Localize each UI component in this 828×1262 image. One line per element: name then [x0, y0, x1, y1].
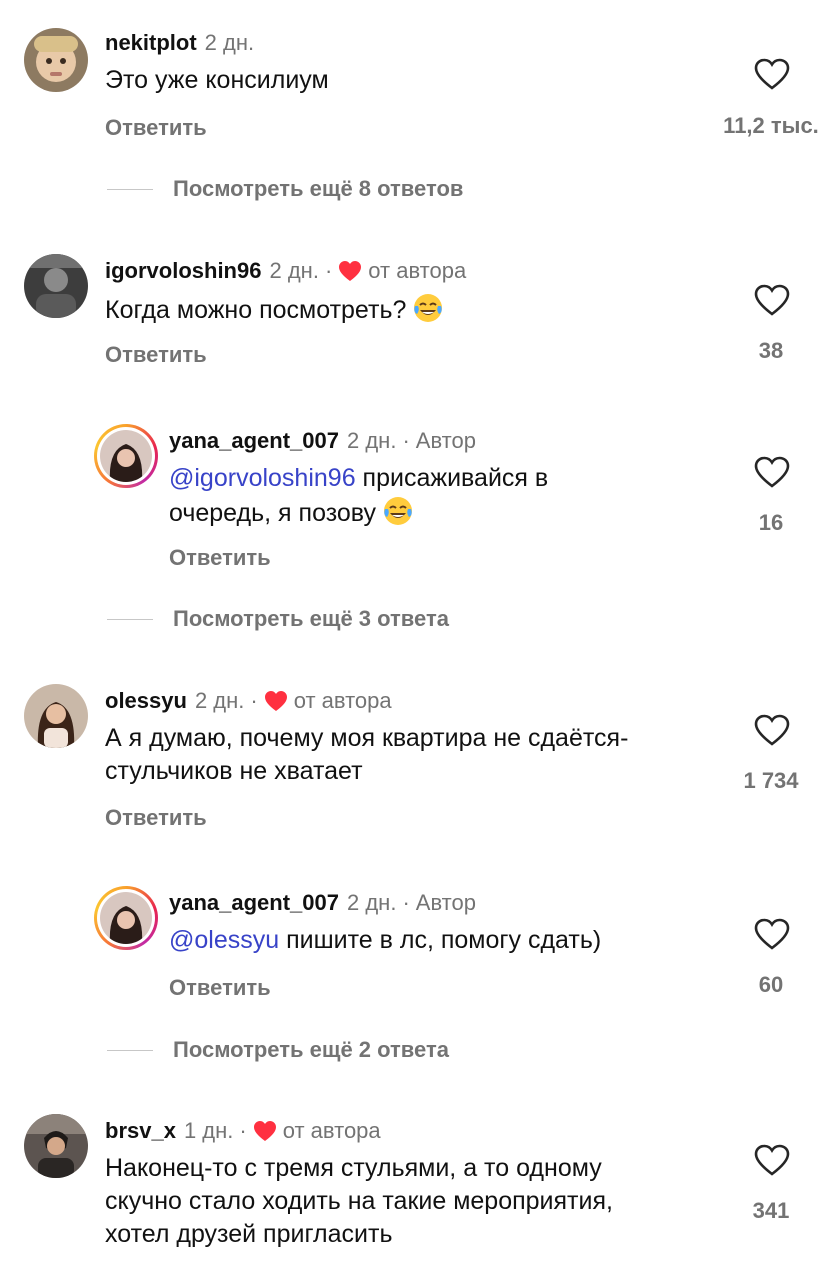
- timestamp: 2 дн.: [347, 428, 397, 453]
- heart-outline-icon[interactable]: [754, 918, 790, 950]
- like-count: 341: [752, 1198, 790, 1223]
- comment-text-line: скучно стало ходить на такие мероприятия…: [105, 1187, 613, 1215]
- reply-button[interactable]: Ответить: [105, 342, 207, 368]
- divider-line: [107, 1049, 153, 1051]
- author-like-label: от автора: [368, 258, 467, 283]
- comment-text-line: А я думаю, почему моя квартира не сдаётс…: [105, 724, 629, 752]
- username[interactable]: igorvoloshin96: [105, 258, 261, 284]
- separator-dot: ·: [239, 1118, 247, 1143]
- reply-button[interactable]: Ответить: [105, 805, 207, 831]
- avatar[interactable]: [24, 1114, 88, 1178]
- comment-text: @igorvoloshin96 присаживайся в очередь, …: [169, 462, 689, 530]
- mention-link[interactable]: @olessyu: [169, 926, 279, 954]
- timestamp: 2 дн.: [194, 688, 245, 713]
- heart-outline-icon[interactable]: [754, 58, 790, 90]
- comment-text-line: стульчиков не хватает: [105, 757, 363, 785]
- like-count: 11,2 тыс.: [723, 113, 819, 138]
- heart-outline-icon[interactable]: [754, 714, 790, 746]
- view-more-label: Посмотреть ещё 3 ответа: [173, 606, 449, 631]
- heart-filled-icon: [339, 261, 362, 281]
- mention-link[interactable]: @igorvoloshin96: [169, 464, 356, 492]
- comment-text: @olessyu пишите в лс, помогу сдать): [169, 924, 601, 957]
- comment-meta: olessyu 2 дн. · от автора: [105, 688, 392, 714]
- view-more-replies[interactable]: Посмотреть ещё 2 ответа: [107, 1037, 449, 1063]
- comment-text-body: пишите в лс, помогу сдать): [279, 926, 602, 954]
- timestamp: 1 дн.: [183, 1118, 234, 1143]
- heart-filled-icon: [264, 691, 287, 711]
- comment-text: Когда можно посмотреть?: [105, 292, 444, 327]
- avatar: [100, 892, 152, 944]
- avatar[interactable]: [24, 254, 88, 318]
- comment-text: Это уже консилиум: [105, 66, 329, 94]
- avatar-story-ring[interactable]: [94, 886, 158, 950]
- view-more-label: Посмотреть ещё 2 ответа: [173, 1037, 449, 1062]
- separator-dot: ·: [402, 428, 410, 453]
- timestamp: 2 дн.: [204, 30, 255, 55]
- view-more-replies[interactable]: Посмотреть ещё 8 ответов: [107, 176, 463, 202]
- avatar-story-ring[interactable]: [94, 424, 158, 488]
- reply-button[interactable]: Ответить: [105, 115, 207, 141]
- like-count: 16: [758, 510, 784, 535]
- separator-dot: ·: [402, 890, 410, 915]
- tears-of-joy-emoji: [414, 294, 443, 322]
- heart-outline-icon[interactable]: [754, 1144, 790, 1176]
- like-count: 60: [758, 972, 784, 997]
- author-label: Автор: [415, 890, 476, 915]
- comment-meta: igorvoloshin96 2 дн. · от автора: [105, 258, 466, 284]
- divider-line: [107, 618, 153, 620]
- username[interactable]: yana_agent_007: [169, 428, 339, 454]
- avatar: [100, 430, 152, 482]
- comment-meta: yana_agent_007 2 дн. · Автор: [169, 890, 476, 916]
- comment-meta: yana_agent_007 2 дн. · Автор: [169, 428, 476, 454]
- reply-button[interactable]: Ответить: [169, 545, 271, 571]
- comment-text-line: присаживайся в: [355, 464, 549, 492]
- reply-button[interactable]: Ответить: [169, 975, 271, 1001]
- avatar[interactable]: [24, 28, 88, 92]
- author-label: Автор: [415, 428, 476, 453]
- separator-dot: ·: [324, 258, 333, 283]
- separator-dot: ·: [250, 688, 258, 713]
- divider-line: [107, 188, 153, 190]
- avatar[interactable]: [24, 684, 88, 748]
- heart-outline-icon[interactable]: [754, 456, 790, 488]
- username[interactable]: yana_agent_007: [169, 890, 339, 916]
- heart-filled-icon: [253, 1121, 276, 1141]
- tears-of-joy-emoji: [384, 497, 413, 525]
- view-more-replies[interactable]: Посмотреть ещё 3 ответа: [107, 606, 449, 632]
- heart-outline-icon[interactable]: [754, 284, 790, 316]
- comment-text-line: хотел друзей пригласить: [105, 1220, 393, 1248]
- comment-text: Наконец-то с тремя стульями, а то одному…: [105, 1152, 725, 1251]
- comment-meta: nekitplot 2 дн.: [105, 30, 254, 56]
- view-more-label: Посмотреть ещё 8 ответов: [173, 176, 464, 201]
- timestamp: 2 дн.: [347, 890, 397, 915]
- username[interactable]: nekitplot: [105, 30, 197, 56]
- timestamp: 2 дн.: [269, 258, 319, 283]
- username[interactable]: olessyu: [105, 688, 187, 714]
- comment-text-line: очередь, я позову: [169, 499, 377, 527]
- comment-text-line: Наконец-то с тремя стульями, а то одному: [105, 1154, 602, 1182]
- author-like-label: от автора: [293, 688, 392, 713]
- comment-text: А я думаю, почему моя квартира не сдаётс…: [105, 722, 725, 788]
- like-count: 38: [758, 338, 784, 363]
- comment-meta: brsv_x 1 дн. · от автора: [105, 1118, 381, 1144]
- comment-text-body: Когда можно посмотреть?: [105, 296, 407, 324]
- username[interactable]: brsv_x: [105, 1118, 176, 1144]
- author-like-label: от автора: [282, 1118, 381, 1143]
- like-count: 1 734: [743, 768, 799, 793]
